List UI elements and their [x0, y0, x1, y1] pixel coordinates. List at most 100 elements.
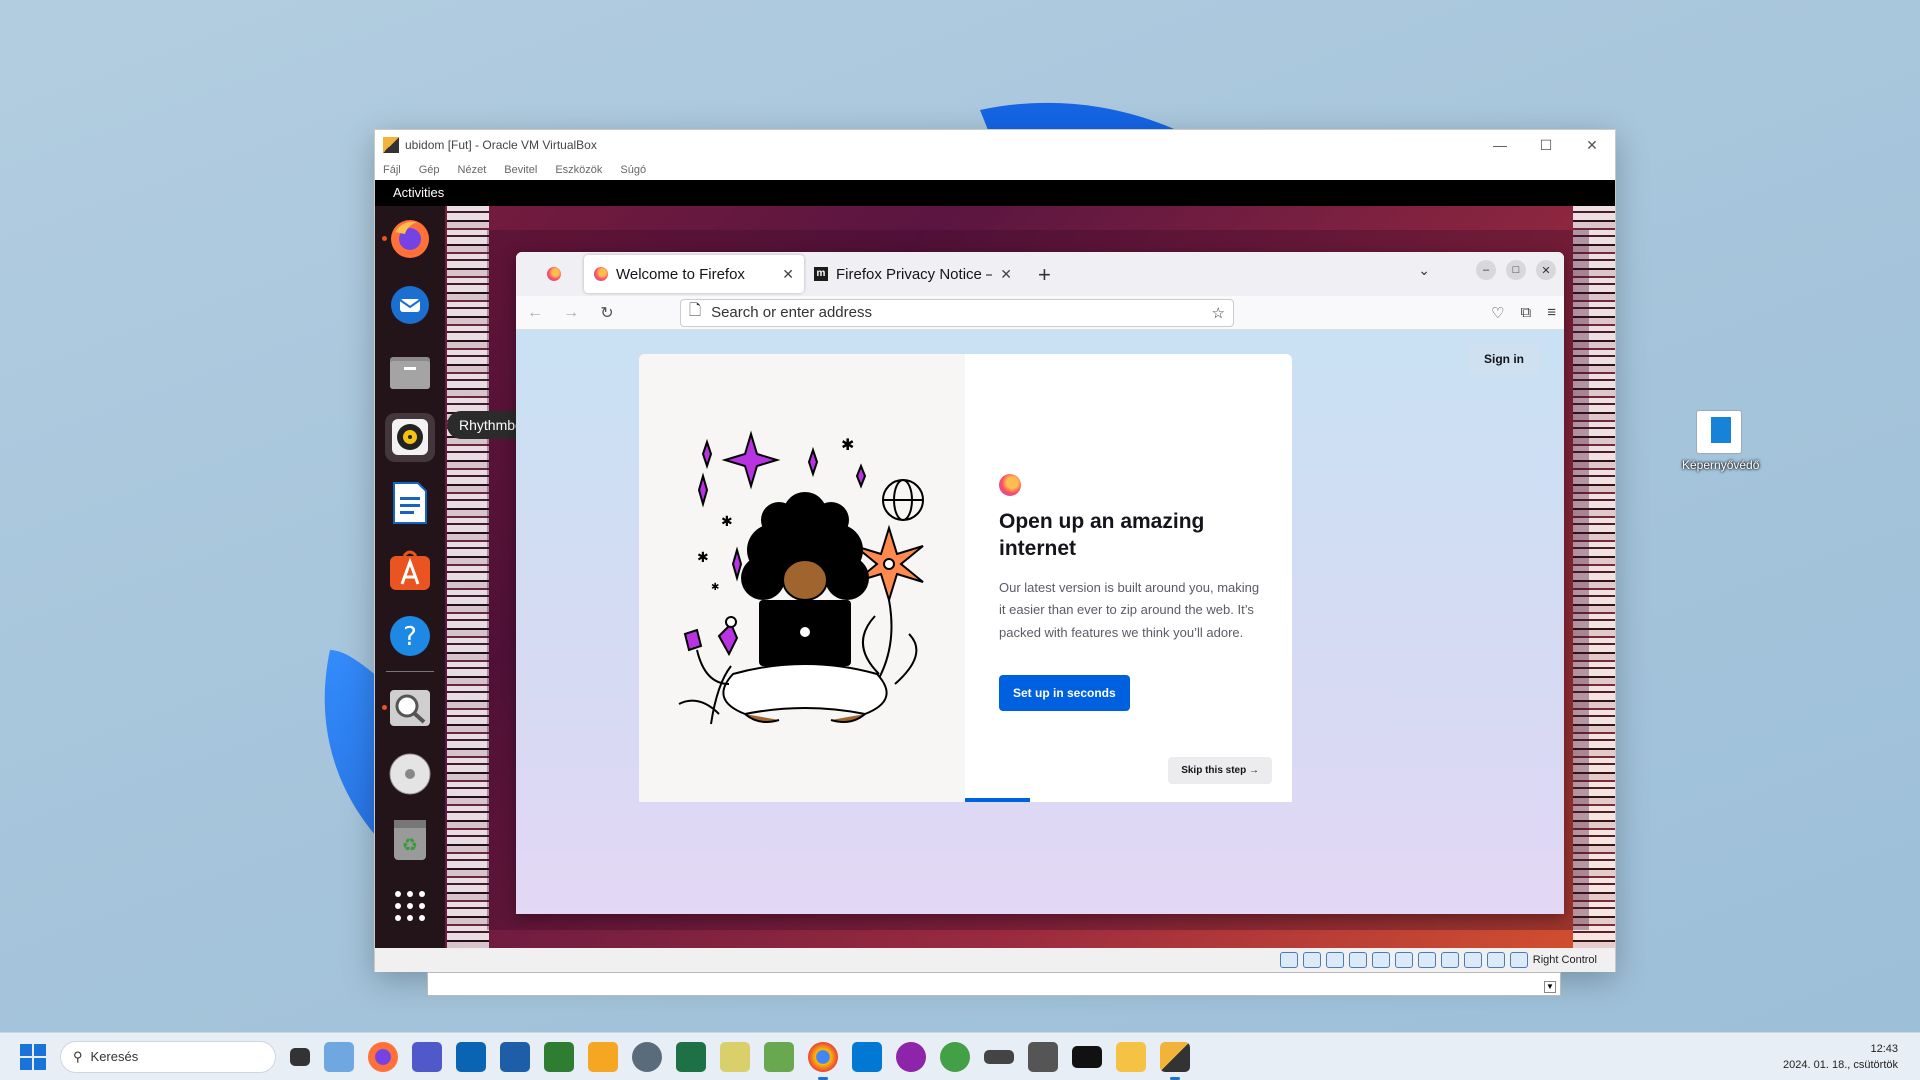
- pocket-icon[interactable]: ♡: [1491, 304, 1504, 322]
- tab-privacy-notice[interactable]: m Firefox Privacy Notice — ✕: [804, 255, 1022, 293]
- notes-app-icon[interactable]: [720, 1041, 750, 1072]
- firefox-taskbar-icon[interactable]: [368, 1041, 398, 1072]
- activities-button[interactable]: Activities: [393, 185, 444, 200]
- magnifier-icon: [390, 689, 430, 726]
- extensions-icon[interactable]: ⧉: [1521, 304, 1532, 322]
- close-button[interactable]: ✕: [1569, 130, 1615, 160]
- task-view-icon[interactable]: [290, 1047, 310, 1066]
- app-center-icon: [390, 550, 430, 590]
- search-placeholder: Keresés: [90, 1049, 139, 1064]
- maximize-button[interactable]: ☐: [1523, 130, 1569, 160]
- minimize-button[interactable]: —: [1477, 130, 1523, 160]
- terminal-icon[interactable]: [1072, 1045, 1102, 1068]
- keyboard-capture-status-icon[interactable]: [1509, 952, 1528, 968]
- list-all-tabs-icon[interactable]: ⌄: [1418, 262, 1430, 279]
- sign-in-button[interactable]: Sign in: [1468, 344, 1540, 374]
- minimize-button[interactable]: –: [1476, 260, 1496, 280]
- bookmark-star-icon[interactable]: ☆: [1212, 304, 1225, 322]
- mouse-integration-status-icon[interactable]: [1486, 952, 1505, 968]
- menu-input[interactable]: Bevitel: [504, 164, 537, 176]
- excel-icon[interactable]: [676, 1041, 706, 1072]
- gimp-like-app-icon[interactable]: [588, 1041, 618, 1072]
- paint-app-icon[interactable]: [764, 1041, 794, 1072]
- svg-text:✱: ✱: [711, 582, 719, 593]
- setup-button[interactable]: Set up in seconds: [999, 674, 1130, 711]
- background-window-strip: ▼: [427, 972, 1561, 996]
- dock-files[interactable]: [385, 346, 435, 395]
- clock-date: 2024. 01. 18., csütörtök: [1783, 1059, 1898, 1071]
- firefox-logo-icon: [999, 474, 1021, 496]
- virtualbox-window: ubidom [Fut] - Oracle VM VirtualBox — ☐ …: [374, 129, 1616, 972]
- page-icon: 🗋: [689, 302, 702, 319]
- onboarding-progress-bar: [965, 798, 1030, 802]
- dock-disc[interactable]: [385, 749, 435, 798]
- menu-machine[interactable]: Gép: [419, 164, 440, 176]
- teams-icon[interactable]: [412, 1041, 442, 1072]
- close-tab-icon[interactable]: ✕: [1000, 266, 1012, 283]
- menu-view[interactable]: Nézet: [458, 164, 487, 176]
- skip-step-button[interactable]: Skip this step →: [1168, 757, 1272, 784]
- tab-label: Firefox Privacy Notice —: [836, 265, 993, 283]
- globe-app-icon[interactable]: [940, 1041, 970, 1072]
- copilot-icon[interactable]: [896, 1041, 926, 1072]
- maximize-button[interactable]: □: [1506, 260, 1526, 280]
- chrome-icon[interactable]: [808, 1041, 838, 1080]
- cpu-status-icon[interactable]: [1463, 952, 1482, 968]
- address-bar[interactable]: 🗋 Search or enter address ☆: [680, 298, 1234, 327]
- close-button[interactable]: ✕: [1536, 260, 1556, 280]
- running-indicator: [382, 236, 387, 241]
- firefox-window: Welcome to Firefox ✕ m Firefox Privacy N…: [516, 252, 1564, 914]
- menu-icon[interactable]: ≡: [1547, 304, 1556, 322]
- start-button[interactable]: [20, 1043, 46, 1070]
- shared-folders-status-icon[interactable]: [1394, 952, 1413, 968]
- hard-disk-status-icon[interactable]: [1279, 952, 1298, 968]
- settings-gear-icon[interactable]: [632, 1041, 662, 1072]
- taskbar-search[interactable]: ⚲ Keresés: [60, 1040, 276, 1073]
- mdn-icon: m: [814, 267, 828, 281]
- onboarding-text-panel: Open up an amazing internet Our latest v…: [965, 354, 1292, 802]
- dock-trash[interactable]: ♻: [385, 816, 435, 865]
- optical-drive-status-icon[interactable]: [1302, 952, 1321, 968]
- save-app-icon[interactable]: [500, 1041, 530, 1072]
- system-clock[interactable]: 12:43 2024. 01. 18., csütörtök: [1783, 1041, 1898, 1073]
- forward-icon[interactable]: →: [560, 304, 582, 322]
- weather-widget-icon[interactable]: [324, 1041, 354, 1072]
- cube-app-icon[interactable]: [1028, 1041, 1058, 1072]
- recording-status-icon[interactable]: [1440, 952, 1459, 968]
- dock-firefox[interactable]: [382, 214, 435, 263]
- close-tab-icon[interactable]: ✕: [782, 266, 794, 283]
- tab-pinned-firefox[interactable]: [524, 255, 584, 293]
- vm-display[interactable]: Activities ? ♻ Rhythmbox Welcome to Fire…: [375, 180, 1615, 948]
- desktop-shortcut-label: Képernyővédő: [1682, 458, 1760, 472]
- tab-strip: Welcome to Firefox ✕ m Firefox Privacy N…: [516, 252, 1564, 296]
- outlook-icon[interactable]: [456, 1041, 486, 1072]
- menu-devices[interactable]: Eszközök: [555, 164, 602, 176]
- vscode-icon[interactable]: [852, 1041, 882, 1072]
- dock-libreoffice-writer[interactable]: [385, 479, 435, 528]
- new-tab-button[interactable]: +: [1038, 262, 1051, 288]
- image-app-icon[interactable]: [544, 1041, 574, 1072]
- vbox-statusbar: Right Control: [375, 948, 1615, 972]
- dock-app-center[interactable]: [385, 545, 435, 594]
- virtualbox-taskbar-icon[interactable]: [1160, 1041, 1190, 1080]
- usb-status-icon[interactable]: [1371, 952, 1390, 968]
- menu-help[interactable]: Súgó: [620, 164, 646, 176]
- keyboard-app-icon[interactable]: [984, 1049, 1014, 1064]
- desktop-shortcut-screensaver[interactable]: Képernyővédő: [1682, 410, 1760, 472]
- audio-status-icon[interactable]: [1325, 952, 1344, 968]
- scroll-down-arrow-icon[interactable]: ▼: [1544, 981, 1556, 993]
- onboarding-headline: Open up an amazing internet: [999, 510, 1205, 561]
- dock-show-apps[interactable]: [385, 882, 435, 931]
- display-status-icon[interactable]: [1417, 952, 1436, 968]
- dock-image-viewer[interactable]: [382, 683, 435, 732]
- dock-help[interactable]: ?: [385, 611, 435, 660]
- vbox-titlebar[interactable]: ubidom [Fut] - Oracle VM VirtualBox — ☐ …: [375, 130, 1615, 160]
- network-status-icon[interactable]: [1348, 952, 1367, 968]
- tab-welcome[interactable]: Welcome to Firefox ✕: [584, 255, 804, 293]
- reload-icon[interactable]: ↻: [596, 303, 618, 323]
- menu-file[interactable]: Fájl: [383, 164, 401, 176]
- file-explorer-icon[interactable]: [1116, 1041, 1146, 1072]
- dock-rhythmbox[interactable]: [385, 412, 435, 462]
- dock-thunderbird[interactable]: [385, 280, 435, 329]
- back-icon[interactable]: ←: [524, 304, 546, 322]
